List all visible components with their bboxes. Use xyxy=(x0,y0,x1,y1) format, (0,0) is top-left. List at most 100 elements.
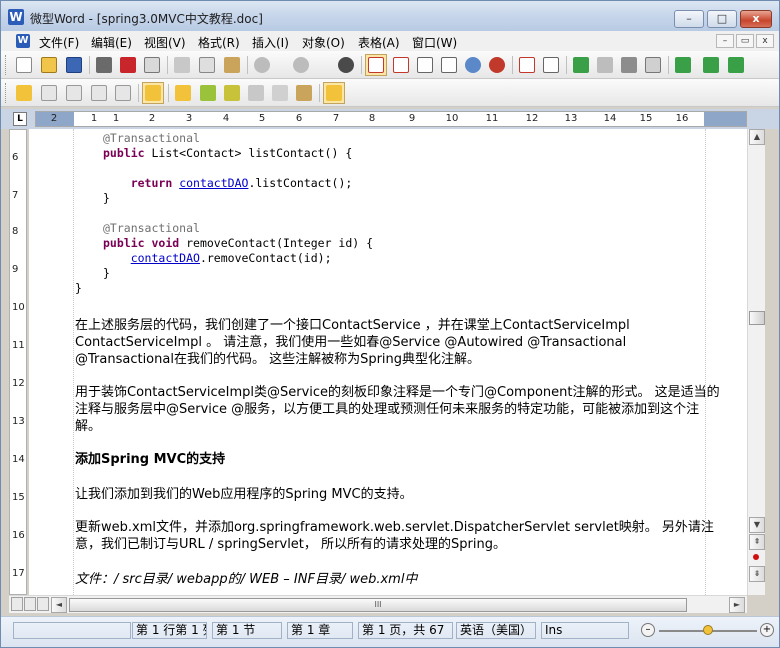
horizontal-scrollbar[interactable]: ◄ III ► xyxy=(9,595,747,613)
standard-toolbar xyxy=(1,51,779,79)
doc-restore-button[interactable]: ▭ xyxy=(736,34,754,48)
title-bar[interactable]: W 微型Word - [spring3.0MVC中文教程.doc] – □ x xyxy=(1,1,779,31)
close-button[interactable]: x xyxy=(740,10,772,28)
delete-note-icon[interactable] xyxy=(63,82,85,104)
scroll-down-button[interactable]: ▼ xyxy=(749,517,765,533)
normal-view-icon[interactable] xyxy=(438,54,460,76)
copy-icon[interactable] xyxy=(196,54,218,76)
document-icon[interactable]: W xyxy=(16,34,30,48)
maximize-button[interactable]: □ xyxy=(707,10,737,28)
scroll-right-button[interactable]: ► xyxy=(729,597,745,613)
highlight-icon[interactable] xyxy=(13,82,35,104)
menu-view[interactable]: 视图(V) xyxy=(144,34,186,51)
code-token: .listContact(); xyxy=(248,176,353,190)
page-layout-icon[interactable] xyxy=(365,54,387,76)
bookmark-icon[interactable] xyxy=(172,82,194,104)
print-icon[interactable] xyxy=(93,54,115,76)
note-prev-icon[interactable] xyxy=(88,82,110,104)
paragraph-mark-icon[interactable] xyxy=(700,54,722,76)
code-token[interactable]: contactDAO xyxy=(179,176,248,190)
paste-icon[interactable] xyxy=(221,54,243,76)
bookmark-next-icon[interactable] xyxy=(245,82,267,104)
zoom-in-button[interactable]: + xyxy=(760,623,774,637)
minimize-button[interactable]: – xyxy=(674,10,704,28)
web-layout-icon[interactable] xyxy=(390,54,412,76)
toolbar-grip[interactable] xyxy=(5,55,8,75)
menu-file[interactable]: 文件(F) xyxy=(39,34,79,51)
code-token[interactable]: contactDAO xyxy=(131,251,200,265)
page-view-button[interactable] xyxy=(37,597,49,611)
notes-toolbar xyxy=(1,79,779,107)
shading-icon[interactable] xyxy=(618,54,640,76)
toolbar-separator xyxy=(512,56,513,74)
doc-minimize-button[interactable]: – xyxy=(716,34,734,48)
status-insert-mode[interactable]: Ins xyxy=(541,622,629,639)
menu-window[interactable]: 窗口(W) xyxy=(412,34,457,51)
menu-insert[interactable]: 插入(I) xyxy=(252,34,289,51)
toolbar-grip[interactable] xyxy=(5,83,8,103)
cut-icon[interactable] xyxy=(171,54,193,76)
web-view-button[interactable] xyxy=(24,597,36,611)
edit-note-icon[interactable] xyxy=(38,82,60,104)
normal-view-button[interactable] xyxy=(11,597,23,611)
style-icon[interactable] xyxy=(540,54,562,76)
split-icon[interactable] xyxy=(672,54,694,76)
menu-table[interactable]: 表格(A) xyxy=(358,34,400,51)
columns-icon[interactable] xyxy=(594,54,616,76)
spellcheck-icon[interactable] xyxy=(570,54,592,76)
scroll-left-button[interactable]: ◄ xyxy=(51,597,67,613)
vertical-scrollbar[interactable]: ▲ ▼ ⇞ ⇟ xyxy=(747,129,765,595)
scroll-thumb[interactable] xyxy=(749,311,765,325)
replace-icon[interactable] xyxy=(486,54,508,76)
new-icon[interactable] xyxy=(13,54,35,76)
status-language[interactable]: 英语（美国） xyxy=(456,622,536,639)
horizontal-ruler[interactable]: 2 1 1 2 3 4 5 6 7 8 9 10 11 12 13 14 15 … xyxy=(35,111,747,127)
menu-edit[interactable]: 编辑(E) xyxy=(91,34,132,51)
toolbar-separator xyxy=(361,56,362,74)
undo-icon[interactable] xyxy=(251,54,273,76)
print-preview-icon[interactable] xyxy=(141,54,163,76)
save-icon[interactable] xyxy=(63,54,85,76)
bookmark-list-icon[interactable] xyxy=(293,82,315,104)
note-next-icon[interactable] xyxy=(112,82,134,104)
bookmark-prev-icon[interactable] xyxy=(221,82,243,104)
document-page[interactable]: @Transactional public List<Contact> listC… xyxy=(29,129,747,595)
toolbar-separator xyxy=(167,56,168,74)
scroll-up-button[interactable]: ▲ xyxy=(749,129,765,145)
menu-format[interactable]: 格式(R) xyxy=(198,34,240,51)
horizontal-scroll-thumb[interactable]: III xyxy=(69,598,687,612)
track-icon[interactable] xyxy=(725,54,747,76)
pdf-icon[interactable] xyxy=(117,54,139,76)
toolbar-separator xyxy=(319,84,320,102)
font-color-icon[interactable] xyxy=(516,54,538,76)
open-icon[interactable] xyxy=(38,54,60,76)
paragraph: 更新web.xml文件，并添加org.springframework.web.s… xyxy=(75,520,714,552)
next-page-button[interactable]: ⇟ xyxy=(749,566,765,582)
vertical-ruler[interactable]: 6 7 8 9 10 11 12 13 14 15 16 17 xyxy=(9,129,27,595)
bookmark-delete-icon[interactable] xyxy=(269,82,291,104)
zoom-icon[interactable] xyxy=(462,54,484,76)
menu-object[interactable]: 对象(O) xyxy=(302,34,345,51)
bookmark-add-icon[interactable] xyxy=(197,82,219,104)
bookmark-edit-icon[interactable] xyxy=(323,82,345,104)
status-chapter: 第 1 章 xyxy=(287,622,353,639)
zoom-out-button[interactable]: – xyxy=(641,623,655,637)
code-token: @Transactional xyxy=(103,131,200,145)
section-heading: 添加Spring MVC的支持 xyxy=(75,452,226,467)
outline-icon[interactable] xyxy=(414,54,436,76)
code-line: public void removeContact(Integer id) { xyxy=(103,236,373,251)
ruler-number: 15 xyxy=(12,492,25,503)
browse-object-icon[interactable] xyxy=(753,554,759,560)
redo-icon[interactable] xyxy=(290,54,312,76)
previous-page-button[interactable]: ⇞ xyxy=(749,534,765,550)
frame-icon[interactable] xyxy=(642,54,664,76)
word-app-icon[interactable]: W xyxy=(8,9,24,25)
zoom-slider-knob[interactable] xyxy=(703,625,713,635)
ruler-number: 17 xyxy=(12,568,25,579)
tab-selector[interactable]: L xyxy=(13,112,27,126)
doc-close-button[interactable]: x xyxy=(756,34,774,48)
ruler-number: 2 xyxy=(148,113,156,124)
find-icon[interactable] xyxy=(335,54,357,76)
code-line: public List<Contact> listContact() { xyxy=(103,146,373,161)
object-icon[interactable] xyxy=(142,82,164,104)
